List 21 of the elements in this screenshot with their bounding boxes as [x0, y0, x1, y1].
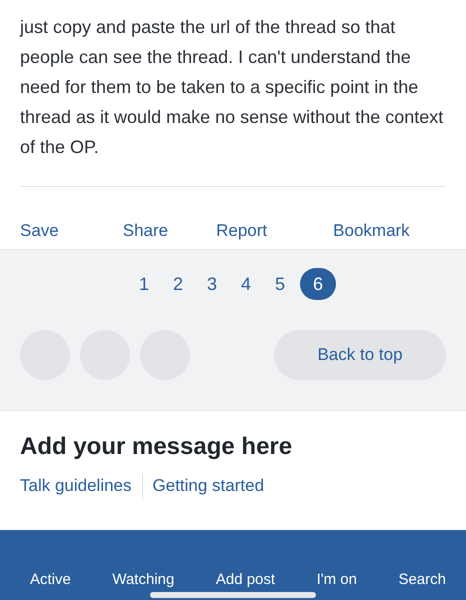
- back-to-top-button[interactable]: Back to top: [274, 330, 446, 380]
- post-text: just copy and paste the url of the thread so that people can see the thread. I can't understand the need for them to be taken to a specific point in the thread as it would make no sense without the context of the OP.: [18, 16, 444, 159]
- nav-item[interactable]: Add post: [216, 571, 276, 588]
- page-link[interactable]: 1: [130, 268, 158, 300]
- reply-heading: Add your message here: [20, 433, 294, 461]
- page-link[interactable]: 4: [232, 268, 260, 300]
- nav-item[interactable]: Search: [398, 571, 446, 588]
- post-action-link[interactable]: Save: [20, 221, 59, 241]
- help-link[interactable]: Talk guidelines: [20, 476, 132, 496]
- page-link[interactable]: 3: [198, 268, 226, 300]
- nav-item[interactable]: Watching: [112, 571, 174, 588]
- page-link[interactable]: 2: [164, 268, 192, 300]
- help-link[interactable]: Getting started: [152, 476, 264, 496]
- post-action-link[interactable]: Bookmark: [333, 221, 410, 241]
- post-action-link[interactable]: Report: [216, 221, 268, 241]
- post-action-link[interactable]: Share: [122, 221, 168, 241]
- nav-item[interactable]: I'm on: [316, 571, 357, 588]
- page-link[interactable]: 6: [300, 268, 336, 300]
- page-link[interactable]: 5: [266, 268, 294, 300]
- home-indicator[interactable]: [150, 592, 316, 598]
- nav-item[interactable]: Active: [30, 571, 71, 588]
